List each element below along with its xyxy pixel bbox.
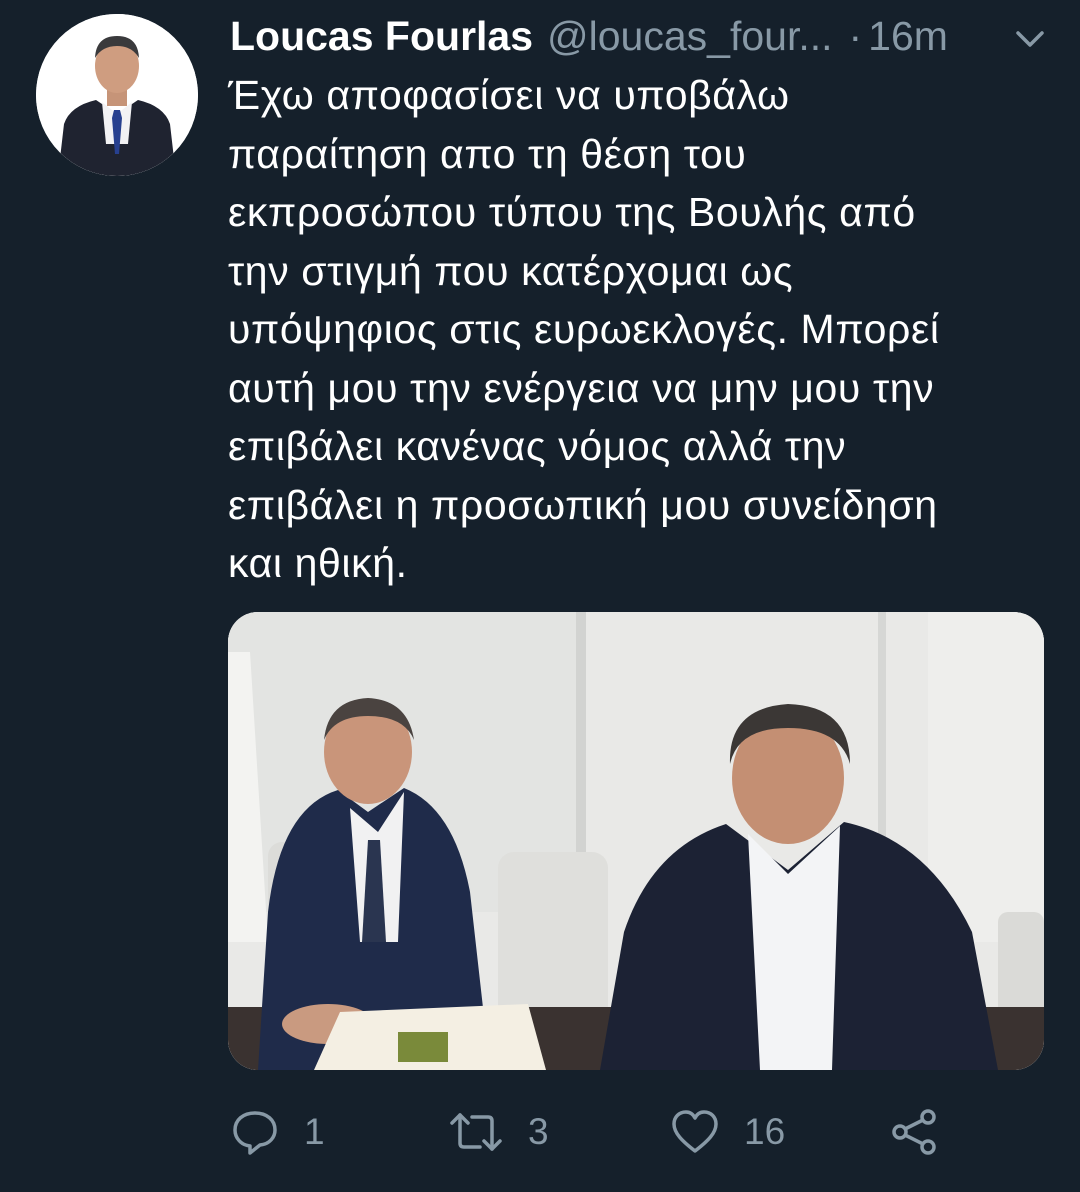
reply-icon bbox=[230, 1107, 280, 1157]
like-button[interactable]: 16 bbox=[670, 1100, 785, 1164]
retweet-icon bbox=[448, 1107, 504, 1157]
separator-dot: · bbox=[848, 12, 863, 59]
author-name[interactable]: Loucas Fourlas bbox=[230, 13, 533, 60]
retweet-button[interactable]: 3 bbox=[448, 1100, 549, 1164]
timestamp[interactable]: 16m bbox=[868, 13, 948, 60]
retweet-count: 3 bbox=[528, 1111, 549, 1152]
avatar[interactable] bbox=[36, 14, 198, 176]
tweet-photo[interactable] bbox=[228, 612, 1044, 1070]
reply-button[interactable]: 1 bbox=[230, 1100, 325, 1164]
tweet-header: Loucas Fourlas @loucas_four... · 16m bbox=[230, 10, 1050, 62]
chevron-down-icon[interactable] bbox=[1012, 24, 1048, 54]
tweet-text: Έχω αποφασίσει να υποβάλω παραίτηση απο … bbox=[228, 72, 940, 586]
tweet: Loucas Fourlas @loucas_four... · 16m Έχω… bbox=[0, 0, 1080, 1192]
share-icon bbox=[890, 1107, 940, 1157]
like-count: 16 bbox=[744, 1111, 786, 1152]
author-handle[interactable]: @loucas_four... bbox=[547, 13, 833, 60]
heart-icon bbox=[670, 1107, 720, 1157]
share-button[interactable] bbox=[890, 1100, 940, 1164]
tweet-actions: 1 3 16 bbox=[0, 1100, 1080, 1164]
reply-count: 1 bbox=[304, 1111, 325, 1152]
